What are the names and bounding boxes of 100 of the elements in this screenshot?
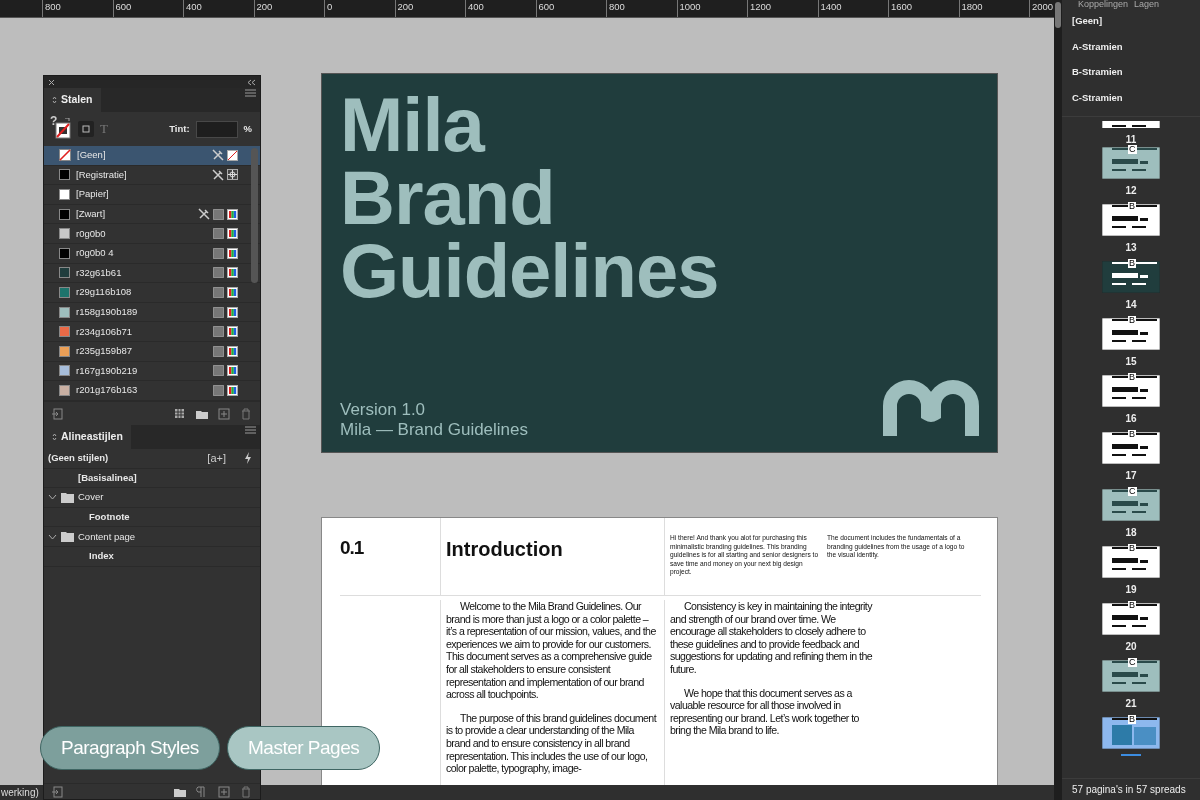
chevron-icon[interactable] [48,494,57,501]
selection-indicator [1121,754,1141,756]
percent-label: % [243,121,252,136]
ruler-label: 1000 [679,1,701,12]
body-paragraph: We hope that this document serves as a valuable resource for all those involved in representing our brand. Let’s work together to bring the Mila brand to life. [670,686,860,737]
swatch-row[interactable]: r201g176b163 [44,381,260,401]
rgb-icon [227,286,238,298]
style-item[interactable]: Footnote [89,509,130,525]
page-thumbnail[interactable] [1102,375,1160,407]
collapse-icon[interactable] [247,78,256,86]
ruler-label: 1600 [891,1,913,12]
page-number: 16 [1125,412,1137,426]
logo-icon [881,378,981,436]
style-item[interactable]: Index [89,549,114,564]
master-item[interactable]: C-Stramien [1072,91,1123,103]
ruler-label: 1400 [820,1,842,12]
new-icon[interactable] [218,407,230,420]
ruler-label: 600 [538,1,555,12]
version-text: Version 1.0 [340,400,427,420]
swatch-row[interactable]: r29g116b108 [44,283,260,303]
body-paragraph: The purpose of this brand guidelines document is to provide a clear understanding of the Mila brand and to ensure consistency in all brand representation. This includes the use of our logo, color palette, typography, image- [446,711,658,775]
sort-icon [52,96,57,104]
rgb-icon [227,247,238,259]
process-icon [213,345,224,357]
none-mode-icon [227,149,238,161]
scrollbar-thumb[interactable] [251,148,258,283]
process-icon [213,247,224,259]
page-thumbnail[interactable] [1102,318,1160,350]
page-number: 14 [1125,298,1137,312]
lightning-icon[interactable] [244,452,252,465]
ruler-label: 200 [256,1,273,12]
master-letter: B [1128,601,1136,610]
panel-tab[interactable]: Alineastijlen [44,425,131,449]
grid-swatch-icon[interactable] [174,407,186,420]
ruler-label: 1200 [750,1,772,12]
ruler-label: 800 [609,1,625,12]
page-thumbnail[interactable] [1102,489,1160,521]
master-item[interactable]: A-Stramien [1072,40,1123,52]
page-thumbnail[interactable] [1102,147,1160,179]
panel-tab[interactable]: Lagen [1134,0,1160,9]
close-icon[interactable] [48,78,55,86]
unknown-mark: ? [50,113,58,130]
master-item[interactable]: [Geen] [1072,15,1103,26]
new-style-button[interactable]: [a+] [207,450,226,467]
page-number: 11 [1125,133,1137,146]
page-thumbnail[interactable] [1102,204,1160,236]
rgb-icon [227,384,238,396]
tint-label: Tint: [169,121,190,136]
style-item[interactable]: [Basisalinea] [78,470,137,485]
ruler-label: 400 [468,1,484,12]
page-number: 20 [1125,640,1137,654]
swatch-row[interactable]: r235g159b87 [44,341,260,362]
swatch-row[interactable]: r234g106b71 [44,322,260,342]
tint-field[interactable] [195,120,238,138]
master-letter: B [1128,373,1136,382]
swatch-row[interactable]: r167g190b219 [44,361,260,382]
page-thumbnail[interactable] [1102,546,1160,578]
rgb-icon [227,208,238,220]
process-icon [213,286,224,298]
new-icon[interactable] [218,785,230,798]
page-count: 57 pagina's in 57 spreads [1072,784,1186,795]
clear-override-icon[interactable] [196,785,208,798]
master-letter: B [1128,202,1136,211]
page-thumbnail[interactable] [1102,432,1160,464]
master-letter: B [1128,430,1136,439]
ruler-label: 600 [115,1,132,12]
panel-tab[interactable]: Stalen [44,88,101,112]
chevron-icon[interactable] [48,533,57,540]
body-paragraph: Consistency is key in maintaining the integrity and strength of our brand over time. We encourage all stakeholders to closely adhere to these guidelines and to provide feedback and suggestions for updating and refining them in the future. [670,600,874,676]
ruler-label: 800 [45,1,61,12]
process-icon [213,228,224,240]
style-group-item[interactable]: Content page [78,529,136,544]
style-group-item[interactable]: Cover [78,490,104,505]
section-heading: Introduction [446,538,563,560]
body-paragraph: Welcome to the Mila Brand Guidelines. Our brand is more than just a logo or a color palette – it’s a representation of our mission, values, and the experiences we aim to provide for our customers. This document serves as a comprehensive guide for all stakeholders to ensure consistent representation and implementation of our brand across all touchpoints. [446,600,657,701]
scrollbar[interactable] [1054,0,1062,800]
page-thumbnail[interactable] [1102,261,1160,293]
rgb-icon [227,228,238,240]
master-letter: B [1128,544,1136,553]
page-thumbnail[interactable] [1102,603,1160,635]
master-letter: B [1128,715,1136,724]
fill-stroke-icon[interactable] [52,118,72,140]
swatch-row[interactable]: r158g190b189 [44,302,260,323]
section-number: 0.1 [340,537,364,558]
ruler-label: 1800 [961,1,983,12]
page-thumbnail[interactable] [1102,660,1160,692]
subtitle-text: Mila — Brand Guidelines [340,420,529,440]
swatch-row[interactable]: [Geen] [44,146,260,166]
page-thumbnail[interactable] [1102,717,1160,749]
page-number: 13 [1125,241,1137,255]
load-icon[interactable] [52,785,64,798]
rgb-icon [227,365,238,377]
rgb-icon [227,306,238,318]
ruler-label: 200 [397,1,414,12]
load-icon[interactable] [52,407,64,420]
panel-tab[interactable]: Koppelingen [1078,0,1129,9]
master-item[interactable]: B-Stramien [1072,66,1123,77]
ruler-label: 2000 [1032,1,1054,12]
rgb-icon [227,345,238,357]
container-icon[interactable] [78,121,94,137]
